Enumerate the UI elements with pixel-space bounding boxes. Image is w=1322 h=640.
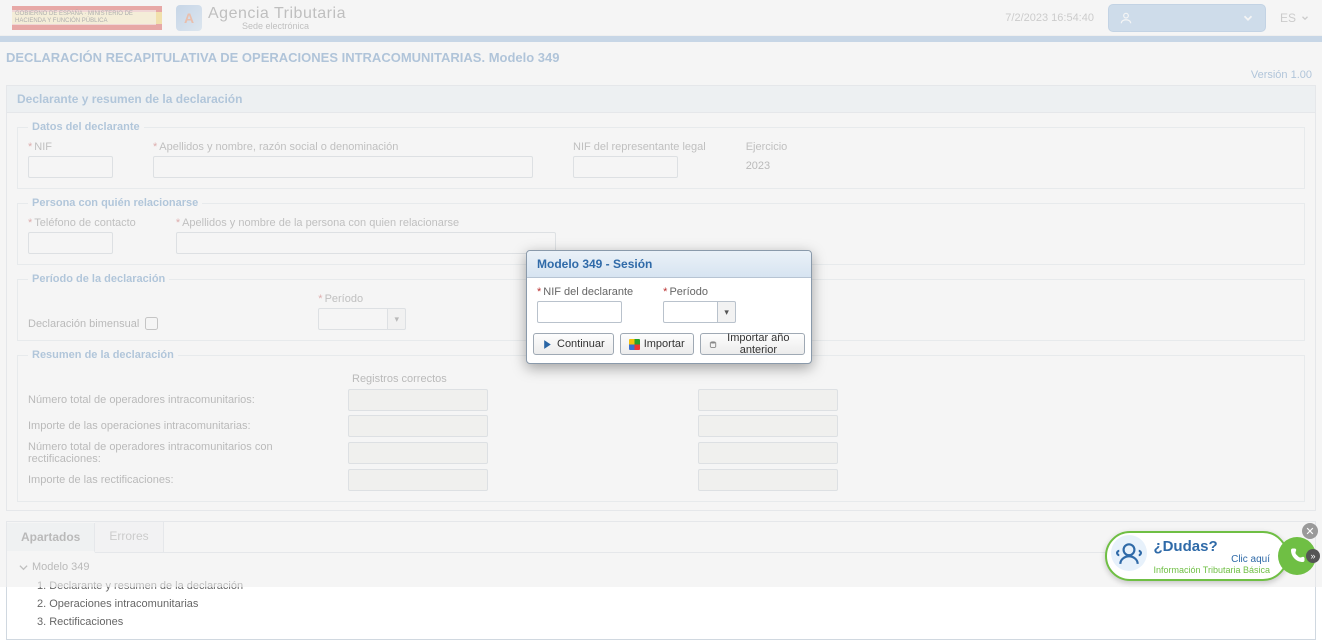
play-icon [542,339,553,350]
caret-down-icon [19,563,28,572]
page-title: DECLARACIÓN RECAPITULATIVA DE OPERACIONE… [0,42,1322,69]
bimensual-checkbox[interactable] [145,317,158,330]
timestamp: 7/2/2023 16:54:40 [1005,12,1094,24]
import-icon [629,339,640,350]
tree-item[interactable]: 3. Rectificaciones [37,613,1303,631]
panel-heading: Declarante y resumen de la declaración [7,86,1315,113]
user-menu-button[interactable] [1108,4,1266,32]
assistant-avatar-icon [1111,535,1147,571]
tree-item[interactable]: 2. Operaciones intracomunitarias [37,595,1303,613]
agency-name: Agencia Tributaria [208,5,346,23]
importar-ano-anterior-button[interactable]: Importar año anterior [700,333,805,355]
modal-nif-input[interactable] [537,301,622,323]
gov-logos: Gobierno de España · Ministerio de Hacie… [12,5,346,31]
summary-value [348,469,488,491]
top-bar: Gobierno de España · Ministerio de Hacie… [0,0,1322,36]
summary-row-label: Número total de operadores intracomunita… [28,441,348,465]
bimensual-label: Declaración bimensual [28,318,139,330]
continuar-button[interactable]: Continuar [533,333,614,355]
help-close-button[interactable]: ✕ [1302,523,1318,539]
periodo-input[interactable] [318,308,388,330]
chevron-right-icon: » [1306,549,1320,563]
periodo-dropdown-button[interactable]: ▾ [388,308,406,330]
summary-value [698,469,838,491]
summary-row-label: Número total de operadores intracomunita… [28,394,348,406]
ejercicio-value: 2023 [746,156,788,172]
summary-value [698,415,838,437]
nif-input[interactable] [28,156,113,178]
database-icon [709,339,717,350]
tab-errores[interactable]: Errores [95,522,163,552]
user-icon [1119,11,1133,25]
help-widget: ✕ ¿Dudas? Clic aquí Información Tributar… [1105,531,1316,581]
version-label: Versión 1.00 [0,69,1322,83]
col-header-correctos: Registros correctos [348,373,498,385]
language-selector[interactable]: ES [1280,11,1310,25]
agencia-logo: Agencia Tributaria Sede electrónica [176,5,346,31]
chevron-down-icon [1300,13,1310,23]
session-modal: Modelo 349 - Sesión *NIF del declarante … [526,250,812,364]
summary-value [698,389,838,411]
rep-nif-input[interactable] [573,156,678,178]
help-phone-button[interactable]: » [1278,537,1316,575]
modal-periodo-dropdown-button[interactable]: ▾ [718,301,736,323]
importar-button[interactable]: Importar [620,333,694,355]
gobierno-logo: Gobierno de España · Ministerio de Hacie… [12,6,162,30]
name-input[interactable] [153,156,533,178]
agencia-mark-icon [176,5,202,31]
modal-periodo-input[interactable] [663,301,718,323]
persona-nombre-input[interactable] [176,232,556,254]
group-resumen: Resumen de la declaración Registros corr… [17,349,1305,502]
summary-value [348,415,488,437]
tab-apartados[interactable]: Apartados [7,523,95,553]
summary-value [348,442,488,464]
summary-row-label: Importe de las rectificaciones: [28,474,348,486]
summary-value [348,389,488,411]
group-declarante: Datos del declarante *NIF *Apellidos y n… [17,121,1305,189]
chevron-down-icon [1241,11,1255,25]
summary-value [698,442,838,464]
modal-title: Modelo 349 - Sesión [527,251,811,278]
help-dudas-button[interactable]: ¿Dudas? Clic aquí Información Tributaria… [1105,531,1288,581]
telefono-input[interactable] [28,232,113,254]
summary-row-label: Importe de las operaciones intracomunita… [28,420,348,432]
phone-icon [1288,547,1306,565]
